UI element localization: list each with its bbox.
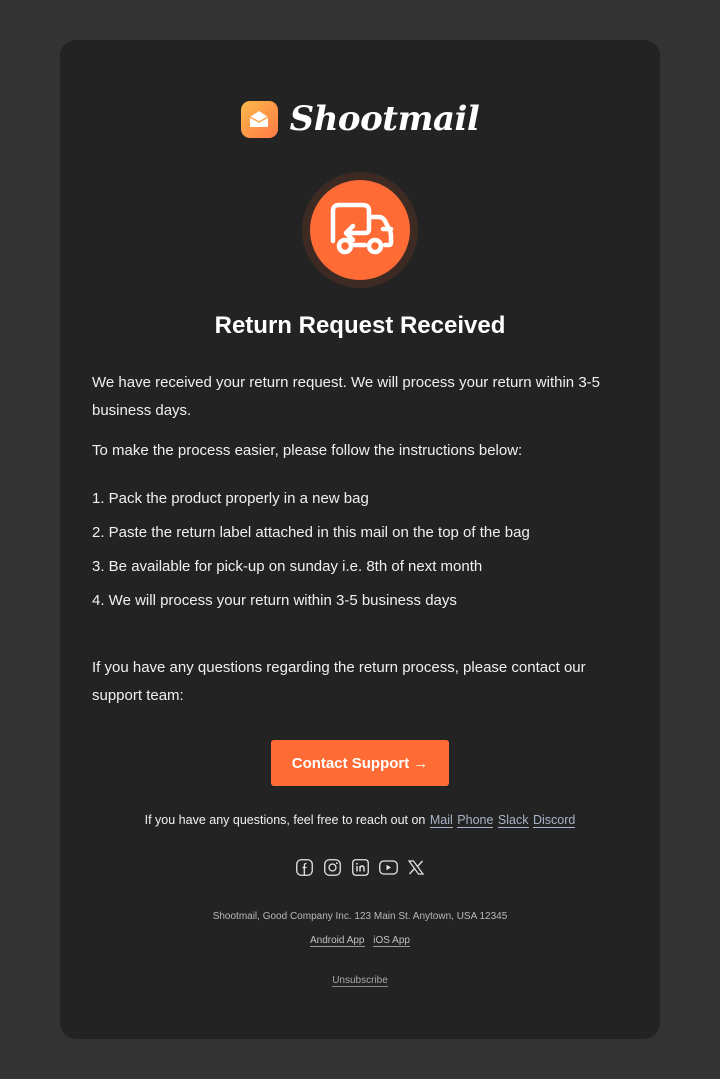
company-address: Shootmail, Good Company Inc. 123 Main St… (212, 911, 508, 922)
unsubscribe-link[interactable]: Unsubscribe (332, 975, 388, 987)
facebook-icon[interactable] (295, 858, 314, 877)
android-app-link[interactable]: Android App (310, 935, 365, 947)
truck-return-icon (330, 202, 394, 255)
reach-out-text: If you have any questions, feel free to … (144, 813, 426, 827)
reach-out-line: If you have any questions, feel free to … (60, 813, 660, 828)
hero-icon-badge (302, 172, 418, 288)
social-links (60, 858, 660, 877)
mail-link[interactable]: Mail (429, 813, 453, 828)
brand-header: Shootmail (60, 99, 660, 139)
unsubscribe-row: Unsubscribe (60, 975, 660, 987)
step-item: 2. Paste the return label attached in th… (92, 524, 530, 541)
ios-app-link[interactable]: iOS App (373, 935, 410, 947)
app-links: Android App iOS App (60, 935, 660, 947)
contact-support-label: Contact Support (291, 754, 410, 772)
arrow-right-icon: → (413, 754, 429, 772)
step-item: 3. Be available for pick-up on sunday i.… (92, 558, 483, 575)
instagram-icon[interactable] (323, 858, 342, 877)
step-item: 4. We will process your return within 3-… (92, 592, 457, 609)
brand-name: Shootmail (289, 99, 480, 139)
email-card: Shootmail Return Request Received We hav… (60, 40, 660, 1039)
slack-link[interactable]: Slack (497, 813, 529, 828)
intro-paragraph: We have received your return request. We… (92, 374, 601, 419)
youtube-icon[interactable] (378, 858, 398, 877)
instruction-steps: 1. Pack the product properly in a new ba… (92, 485, 628, 621)
instructions-lead: To make the process easier, please follo… (92, 442, 523, 459)
envelope-open-icon (240, 100, 278, 138)
step-item: 1. Pack the product properly in a new ba… (92, 490, 369, 507)
contact-support-button[interactable]: Contact Support → (271, 740, 449, 786)
linkedin-icon[interactable] (351, 858, 370, 877)
discord-link[interactable]: Discord (532, 813, 576, 828)
email-title: Return Request Received (214, 312, 506, 339)
x-icon[interactable] (407, 858, 426, 877)
phone-link[interactable]: Phone (457, 813, 494, 828)
questions-paragraph: If you have any questions regarding the … (92, 659, 586, 704)
